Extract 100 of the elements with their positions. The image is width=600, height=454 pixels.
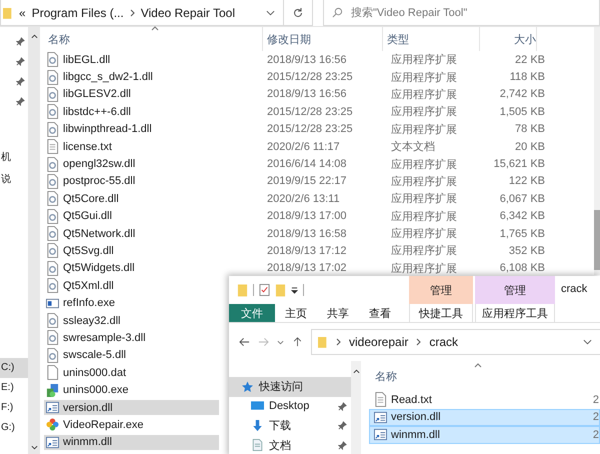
- file-name: winmm.dll: [391, 428, 440, 441]
- column-header[interactable]: 名称: [369, 368, 397, 384]
- text-file-icon: [374, 392, 387, 408]
- file-item[interactable]: Qt5Gui.dll: [44, 208, 263, 224]
- file-item[interactable]: unins000.exe: [44, 382, 219, 398]
- ribbon-tab[interactable]: 快捷工具: [409, 304, 473, 322]
- pin-icon[interactable]: [16, 57, 25, 66]
- nav-item[interactable]: 快速访问: [229, 377, 351, 396]
- nav-item[interactable]: 下载: [229, 416, 351, 436]
- dropdown-caret-icon[interactable]: [266, 10, 275, 16]
- drive-item[interactable]: E:): [0, 378, 28, 398]
- breadcrumb-item[interactable]: Program Files (...: [32, 6, 124, 20]
- ribbon-tab[interactable]: 查看: [359, 304, 401, 322]
- column-header[interactable]: 修改日期: [263, 27, 383, 51]
- refresh-button[interactable]: [284, 0, 313, 26]
- column-header[interactable]: 类型: [383, 27, 480, 51]
- ribbon-tab[interactable]: 应用程序工具: [475, 304, 555, 322]
- star-icon: [241, 380, 254, 393]
- gear-file-icon: [46, 208, 59, 224]
- ribbon-tab[interactable]: 主页: [275, 304, 317, 322]
- type-cell-text: 应用程序扩展: [390, 210, 458, 224]
- pin-icon[interactable]: [16, 37, 25, 46]
- gear-file-icon: [46, 52, 59, 68]
- nav-item[interactable]: 机: [0, 150, 28, 164]
- file-item[interactable]: Qt5Svg.dll: [44, 243, 263, 258]
- date-cell-text: 2015/12/28 23:25: [266, 71, 354, 84]
- nav-item[interactable]: 说: [0, 172, 28, 186]
- column-header[interactable]: 名称: [44, 27, 263, 51]
- dropdown-caret-icon[interactable]: [277, 340, 284, 344]
- scroll-thumb[interactable]: [594, 210, 600, 270]
- up-arrow-icon[interactable]: [292, 337, 303, 347]
- column-header[interactable]: 大小: [480, 27, 537, 51]
- installer-icon: [46, 382, 59, 398]
- file-item[interactable]: Qt5Xml.dll: [44, 278, 219, 294]
- size-cell-text: 15,621 KB: [492, 158, 545, 170]
- file-name: Qt5Network.dll: [63, 228, 136, 240]
- file-name: Read.txt: [391, 394, 432, 406]
- breadcrumb-item[interactable]: videorepair: [349, 335, 408, 349]
- file-item[interactable]: libGLESV2.dll: [44, 86, 263, 102]
- breadcrumb-item[interactable]: Video Repair Tool: [140, 6, 235, 20]
- drive-item[interactable]: G:): [0, 418, 28, 438]
- address-bar[interactable]: « Program Files (... Video Repair Tool: [0, 0, 284, 26]
- pin-icon[interactable]: [338, 421, 347, 430]
- file-row[interactable]: winmm.dll 2: [369, 426, 600, 444]
- pin-icon[interactable]: [16, 97, 25, 106]
- file-item[interactable]: swscale-5.dll: [44, 348, 219, 363]
- size-cell-text: 1,505 KB: [498, 106, 545, 118]
- scrollbar[interactable]: [594, 27, 600, 275]
- nav-item[interactable]: Desktop: [229, 396, 351, 416]
- size-cell-text: 2,742 KB: [498, 88, 545, 100]
- folder-icon: [318, 335, 328, 349]
- file-item[interactable]: Qt5Core.dll: [44, 191, 263, 206]
- file-item[interactable]: version.dll: [44, 400, 219, 415]
- file-row[interactable]: Read.txt 2: [369, 391, 600, 408]
- dropdown-caret-icon[interactable]: [583, 339, 592, 345]
- file-name: Qt5Svg.dll: [63, 244, 114, 257]
- search-field[interactable]: 搜索"Video Repair Tool": [323, 0, 600, 26]
- flower-logo-icon: [46, 417, 59, 432]
- folder-icon: [3, 6, 13, 20]
- file-item[interactable]: libgcc_s_dw2-1.dll: [44, 70, 263, 85]
- address-bar[interactable]: videorepair crack: [311, 329, 600, 355]
- file-row[interactable]: version.dll 2: [369, 408, 600, 426]
- breadcrumb-overflow[interactable]: «: [19, 6, 26, 20]
- pin-icon[interactable]: [338, 440, 347, 450]
- scroll-up-icon[interactable]: [352, 369, 360, 374]
- file-item[interactable]: libwinpthread-1.dll: [44, 122, 263, 137]
- file-item[interactable]: Qt5Network.dll: [44, 226, 263, 242]
- scroll-down-icon[interactable]: [30, 445, 38, 450]
- ribbon-tab[interactable]: 共享: [317, 304, 359, 322]
- pin-icon[interactable]: [16, 77, 25, 86]
- file-item[interactable]: opengl32sw.dll: [44, 156, 263, 172]
- drive-item[interactable]: F:): [0, 398, 28, 418]
- file-item[interactable]: winmm.dll: [44, 434, 219, 450]
- drive-item[interactable]: C:): [0, 358, 28, 378]
- dropdown-icon[interactable]: [291, 286, 298, 294]
- file-item[interactable]: unins000.dat: [44, 365, 219, 380]
- context-header: 管理: [475, 276, 555, 304]
- file-item[interactable]: VideoRepair.exe: [44, 417, 219, 432]
- sort-caret-icon: [151, 26, 159, 31]
- file-item[interactable]: ssleay32.dll: [44, 313, 219, 328]
- file-name: libstdc++-6.dll: [63, 106, 131, 118]
- scrollbar[interactable]: [351, 361, 361, 454]
- file-item[interactable]: postproc-55.dll: [44, 174, 263, 189]
- scrollbar[interactable]: [28, 27, 40, 454]
- file-tab[interactable]: 文件: [229, 304, 275, 322]
- nav-item[interactable]: 文档: [229, 436, 351, 454]
- text-file-icon: [46, 139, 59, 154]
- file-item[interactable]: license.txt: [44, 139, 263, 154]
- checklist-icon[interactable]: [259, 283, 270, 297]
- file-item[interactable]: Qt5Widgets.dll: [44, 260, 263, 276]
- type-cell-text: 应用程序扩展: [390, 122, 458, 137]
- file-item[interactable]: libEGL.dll: [44, 52, 263, 68]
- back-arrow-icon[interactable]: [239, 337, 250, 347]
- file-item[interactable]: refInfo.exe: [44, 296, 219, 311]
- type-cell-text: 应用程序扩展: [390, 174, 458, 189]
- file-item[interactable]: swresample-3.dll: [44, 330, 219, 346]
- pin-icon[interactable]: [338, 402, 347, 411]
- scroll-up-icon[interactable]: [30, 34, 38, 39]
- file-item[interactable]: libstdc++-6.dll: [44, 104, 263, 120]
- breadcrumb-item[interactable]: crack: [429, 335, 458, 349]
